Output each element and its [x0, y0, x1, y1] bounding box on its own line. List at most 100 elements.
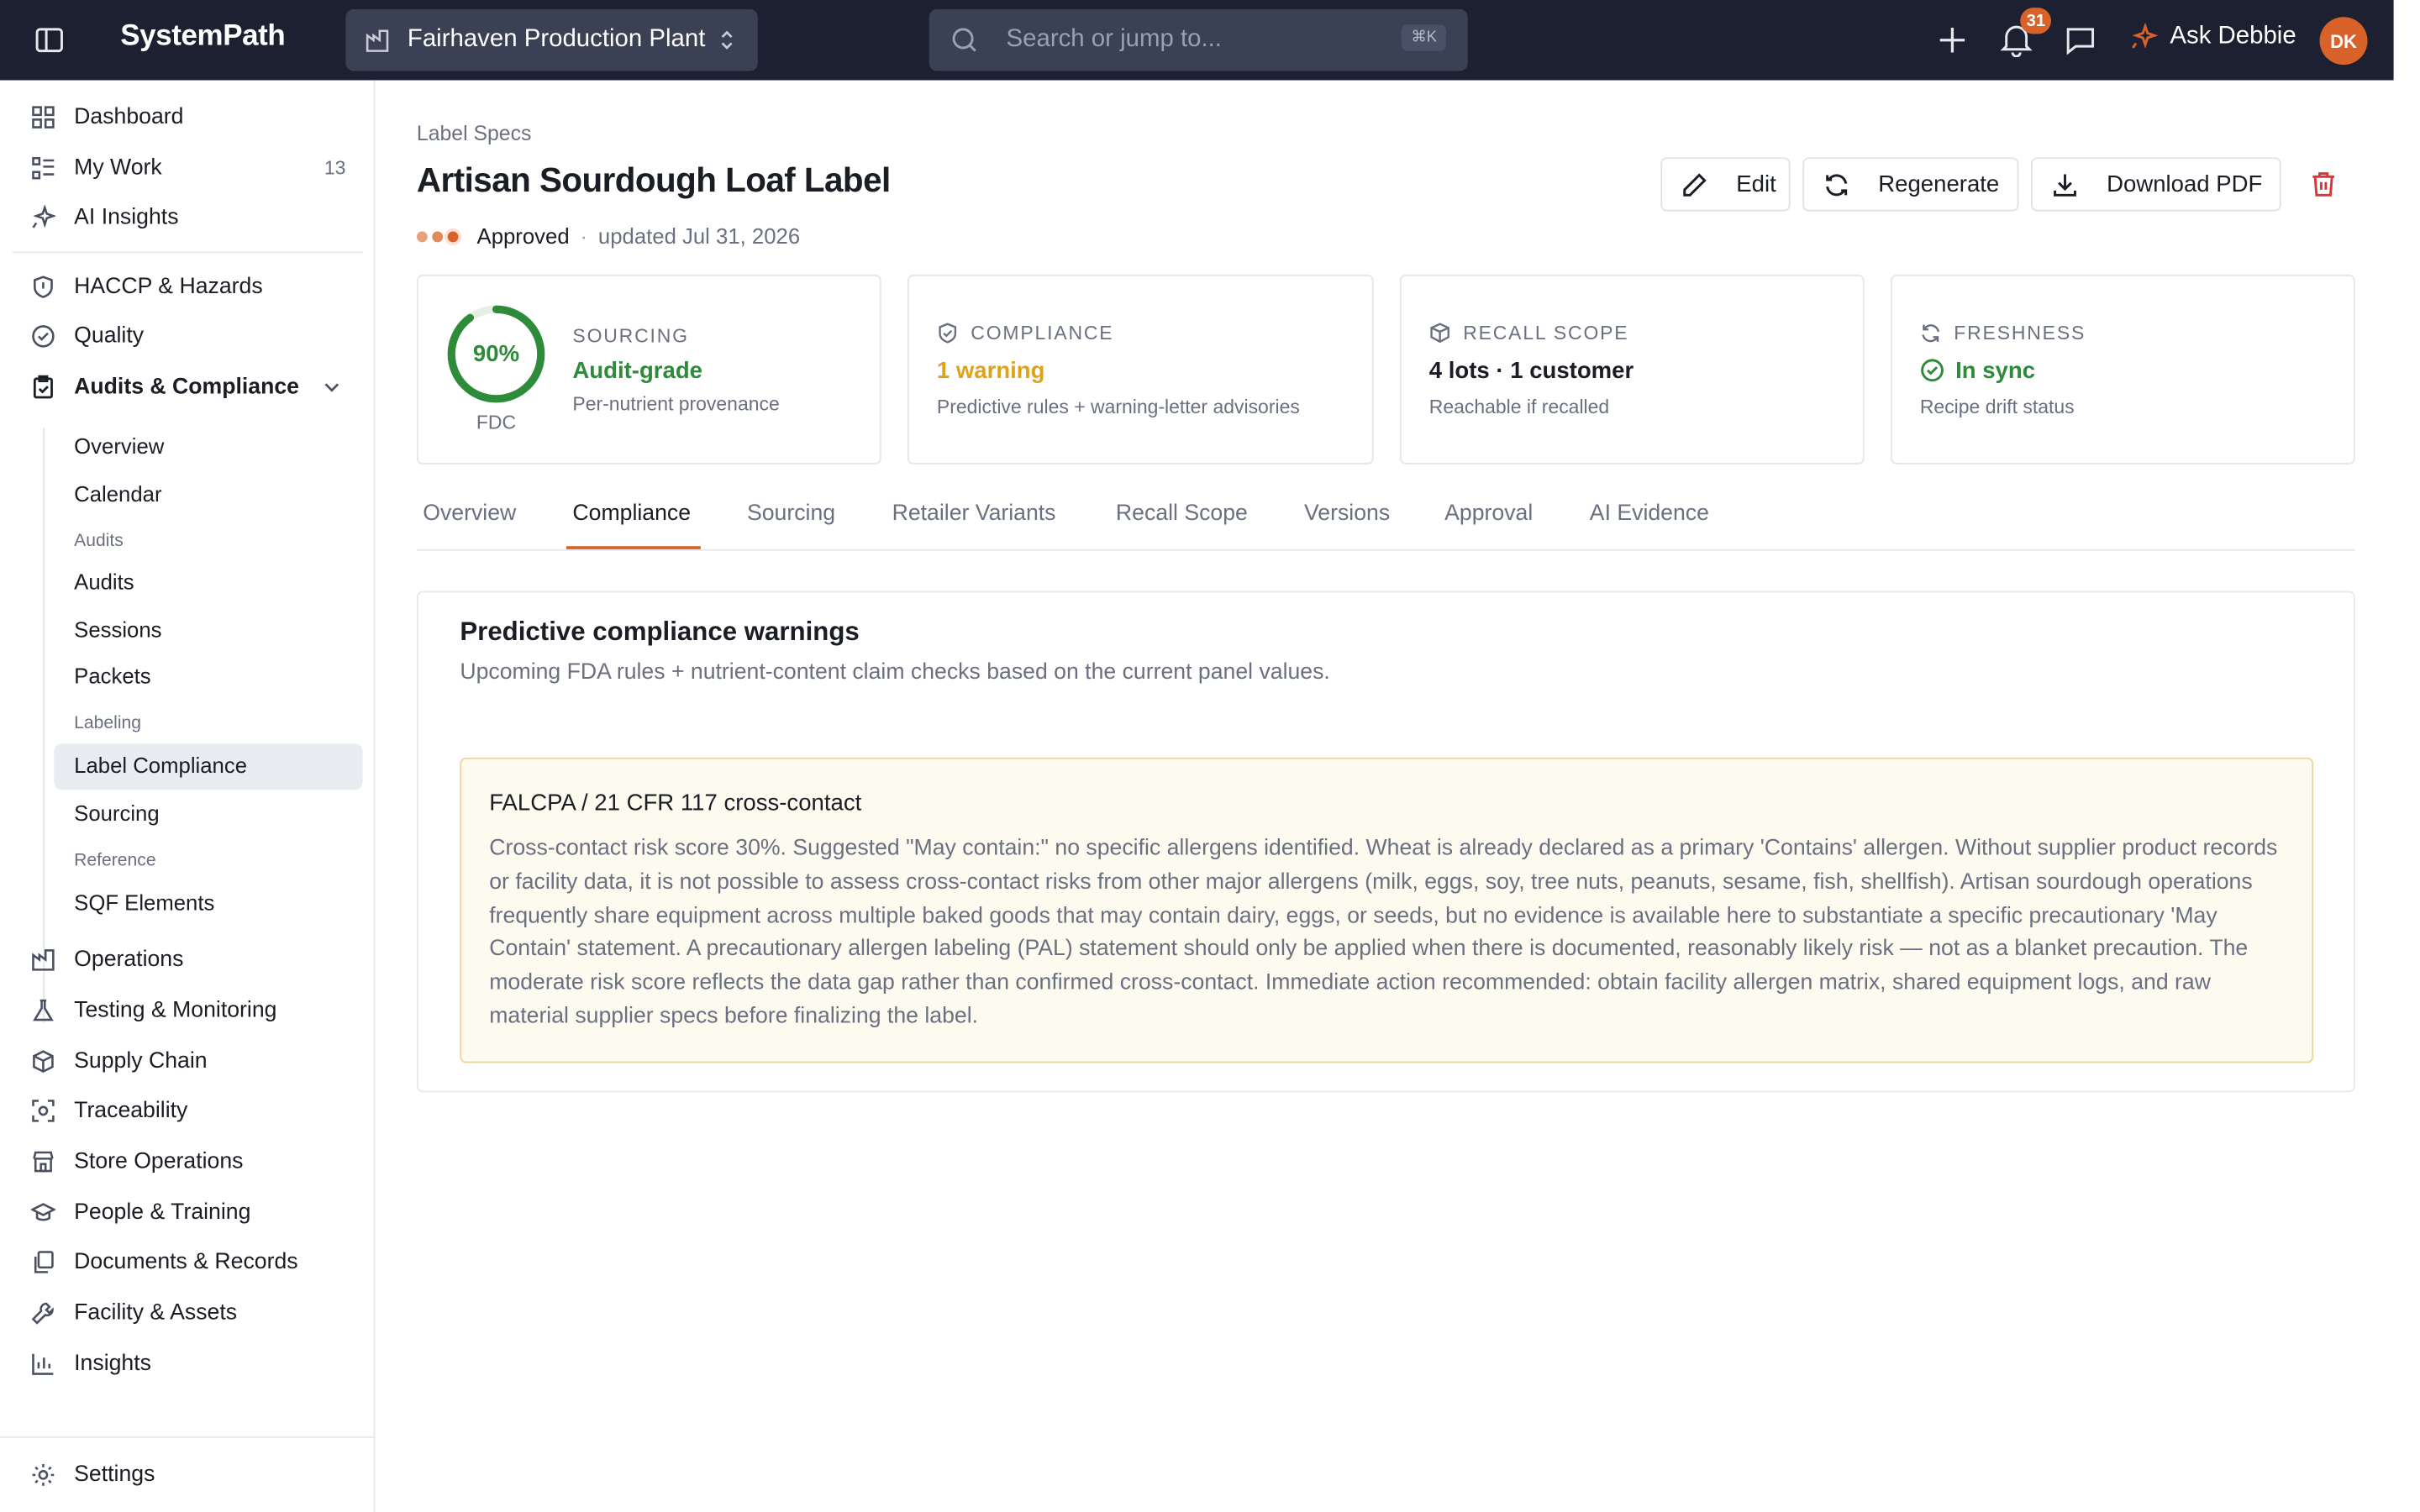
tab-versions[interactable]: Versions [1304, 501, 1390, 526]
sidebar-item-testing[interactable]: Testing & Monitoring [0, 987, 375, 1033]
sparkle-icon [31, 205, 56, 229]
warning-body: Cross-contact risk score 30%. Suggested … [489, 836, 2278, 1030]
sidebar-item-supply-chain[interactable]: Supply Chain [0, 1038, 375, 1084]
app-logo[interactable]: SystemPath [120, 20, 285, 54]
freshness-value: In sync [1955, 358, 2036, 385]
bar-chart-icon [31, 1352, 55, 1376]
subnav-audits[interactable]: Audits [74, 570, 134, 594]
breadcrumb[interactable]: Label Specs [417, 122, 531, 145]
dashboard-icon [31, 105, 55, 129]
refresh-icon [1920, 323, 1942, 344]
graduation-cap-icon [30, 1200, 56, 1225]
tab-overview[interactable]: Overview [423, 501, 516, 526]
documents-icon [31, 1250, 55, 1274]
regenerate-button[interactable]: Regenerate [1802, 157, 2019, 212]
sidebar-item-facility-assets[interactable]: Facility & Assets [0, 1289, 375, 1336]
top-bar: SystemPath Fairhaven Production Plant Se… [0, 0, 2394, 81]
sidebar-item-label: Quality [74, 323, 145, 349]
avatar[interactable]: DK [2319, 17, 2368, 66]
sidebar-item-operations[interactable]: Operations [0, 937, 375, 983]
flask-icon [31, 998, 55, 1022]
status-badge: Approved [476, 223, 570, 249]
chat-icon[interactable] [2064, 24, 2097, 57]
sidebar-item-settings[interactable]: Settings [0, 1452, 375, 1498]
pencil-icon [1681, 171, 1708, 198]
divider [0, 1436, 376, 1438]
compliance-label: COMPLIANCE [971, 322, 1114, 344]
sidebar-item-my-work[interactable]: My Work 13 [0, 145, 375, 192]
subnav-sessions[interactable]: Sessions [74, 617, 161, 642]
sidebar-item-documents[interactable]: Documents & Records [0, 1239, 375, 1285]
page-title: Artisan Sourdough Loaf Label [416, 160, 891, 199]
sidebar-item-ai-insights[interactable]: AI Insights [0, 194, 375, 240]
edit-button[interactable]: Edit [1660, 157, 1791, 212]
sidebar-toggle-icon[interactable] [34, 24, 65, 55]
factory-icon [364, 26, 392, 54]
subnav-sourcing[interactable]: Sourcing [74, 801, 160, 825]
updated-date: updated Jul 31, 2026 [597, 223, 801, 249]
clipboard-check-icon [31, 375, 55, 399]
plant-selector[interactable]: Fairhaven Production Plant [345, 9, 758, 71]
trash-icon[interactable] [2309, 170, 2338, 199]
tab-approval[interactable]: Approval [1444, 501, 1533, 526]
sidebar-item-haccp[interactable]: HACCP & Hazards [0, 264, 375, 310]
search-input[interactable]: Search or jump to... ⌘K [929, 9, 1468, 71]
plant-name: Fairhaven Production Plant [407, 26, 706, 53]
chevron-down-icon[interactable] [323, 378, 341, 396]
sidebar-item-label: Store Operations [74, 1149, 244, 1174]
sidebar-item-people-training[interactable]: People & Training [0, 1189, 375, 1236]
subnav-calendar[interactable]: Calendar [74, 481, 161, 506]
sidebar-item-quality[interactable]: Quality [0, 313, 375, 360]
subnav-overview[interactable]: Overview [74, 433, 164, 458]
active-tab-indicator [566, 546, 701, 549]
notifications-badge: 31 [2020, 8, 2052, 34]
sidebar-item-label: Settings [74, 1462, 155, 1488]
sidebar-item-insights[interactable]: Insights [0, 1341, 375, 1387]
download-pdf-button[interactable]: Download PDF [2031, 157, 2281, 212]
sidebar-item-label: My Work [74, 155, 162, 181]
wrench-icon [31, 1300, 55, 1325]
freshness-sub: Recipe drift status [1919, 396, 2075, 418]
regenerate-label: Regenerate [1878, 171, 2000, 198]
search-shortcut: ⌘K [1402, 24, 1446, 51]
download-icon [2051, 171, 2079, 198]
freshness-label: FRESHNESS [1954, 322, 2086, 344]
subnav-sqf-elements[interactable]: SQF Elements [74, 890, 214, 915]
edit-label: Edit [1736, 171, 1776, 198]
status-row: Approved · updated Jul 31, 2026 [416, 223, 801, 249]
sourcing-value: Audit-grade [572, 358, 703, 385]
refresh-icon [1823, 171, 1850, 198]
sidebar-item-label: Traceability [74, 1098, 188, 1124]
list-icon [31, 156, 55, 181]
sidebar-item-store-operations[interactable]: Store Operations [0, 1138, 375, 1184]
separator: · [580, 223, 588, 249]
sidebar: Dashboard My Work 13 AI Insights HACCP &… [0, 80, 376, 1512]
sidebar-item-label: HACCP & Hazards [74, 274, 263, 300]
compliance-card[interactable]: COMPLIANCE 1 warning Predictive rules + … [907, 274, 1374, 465]
subnav-group-audits: Audits [74, 532, 124, 551]
ask-debbie-button[interactable]: Ask Debbie [2130, 23, 2296, 51]
tab-compliance[interactable]: Compliance [572, 501, 691, 526]
tab-ai-evidence[interactable]: AI Evidence [1590, 501, 1709, 526]
tab-sourcing[interactable]: Sourcing [747, 501, 835, 526]
add-icon[interactable] [1937, 24, 1968, 55]
gear-icon [31, 1462, 55, 1487]
recall-value: 4 lots · 1 customer [1428, 358, 1634, 385]
sourcing-sub: Per-nutrient provenance [572, 393, 780, 416]
ask-debbie-label: Ask Debbie [2170, 23, 2296, 50]
subnav-label-compliance[interactable]: Label Compliance [74, 753, 247, 777]
my-work-count: 13 [324, 157, 346, 180]
subnav-packets[interactable]: Packets [74, 664, 150, 688]
check-circle-icon [31, 324, 55, 349]
sourcing-card[interactable]: 90% FDC SOURCING Audit-grade Per-nutrien… [416, 274, 881, 465]
sidebar-item-label: People & Training [74, 1200, 251, 1226]
recall-scope-card[interactable]: RECALL SCOPE 4 lots · 1 customer Reachab… [1399, 274, 1865, 465]
recall-sub: Reachable if recalled [1428, 396, 1610, 418]
warning-title: FALCPA / 21 CFR 117 cross-contact [489, 790, 862, 816]
sidebar-item-dashboard[interactable]: Dashboard [0, 94, 375, 140]
tab-recall-scope[interactable]: Recall Scope [1116, 501, 1248, 526]
sidebar-item-traceability[interactable]: Traceability [0, 1088, 375, 1134]
tab-retailer-variants[interactable]: Retailer Variants [892, 501, 1056, 526]
sidebar-item-audits-compliance[interactable]: Audits & Compliance [0, 364, 375, 410]
freshness-card[interactable]: FRESHNESS In sync Recipe drift status [1890, 274, 2355, 465]
